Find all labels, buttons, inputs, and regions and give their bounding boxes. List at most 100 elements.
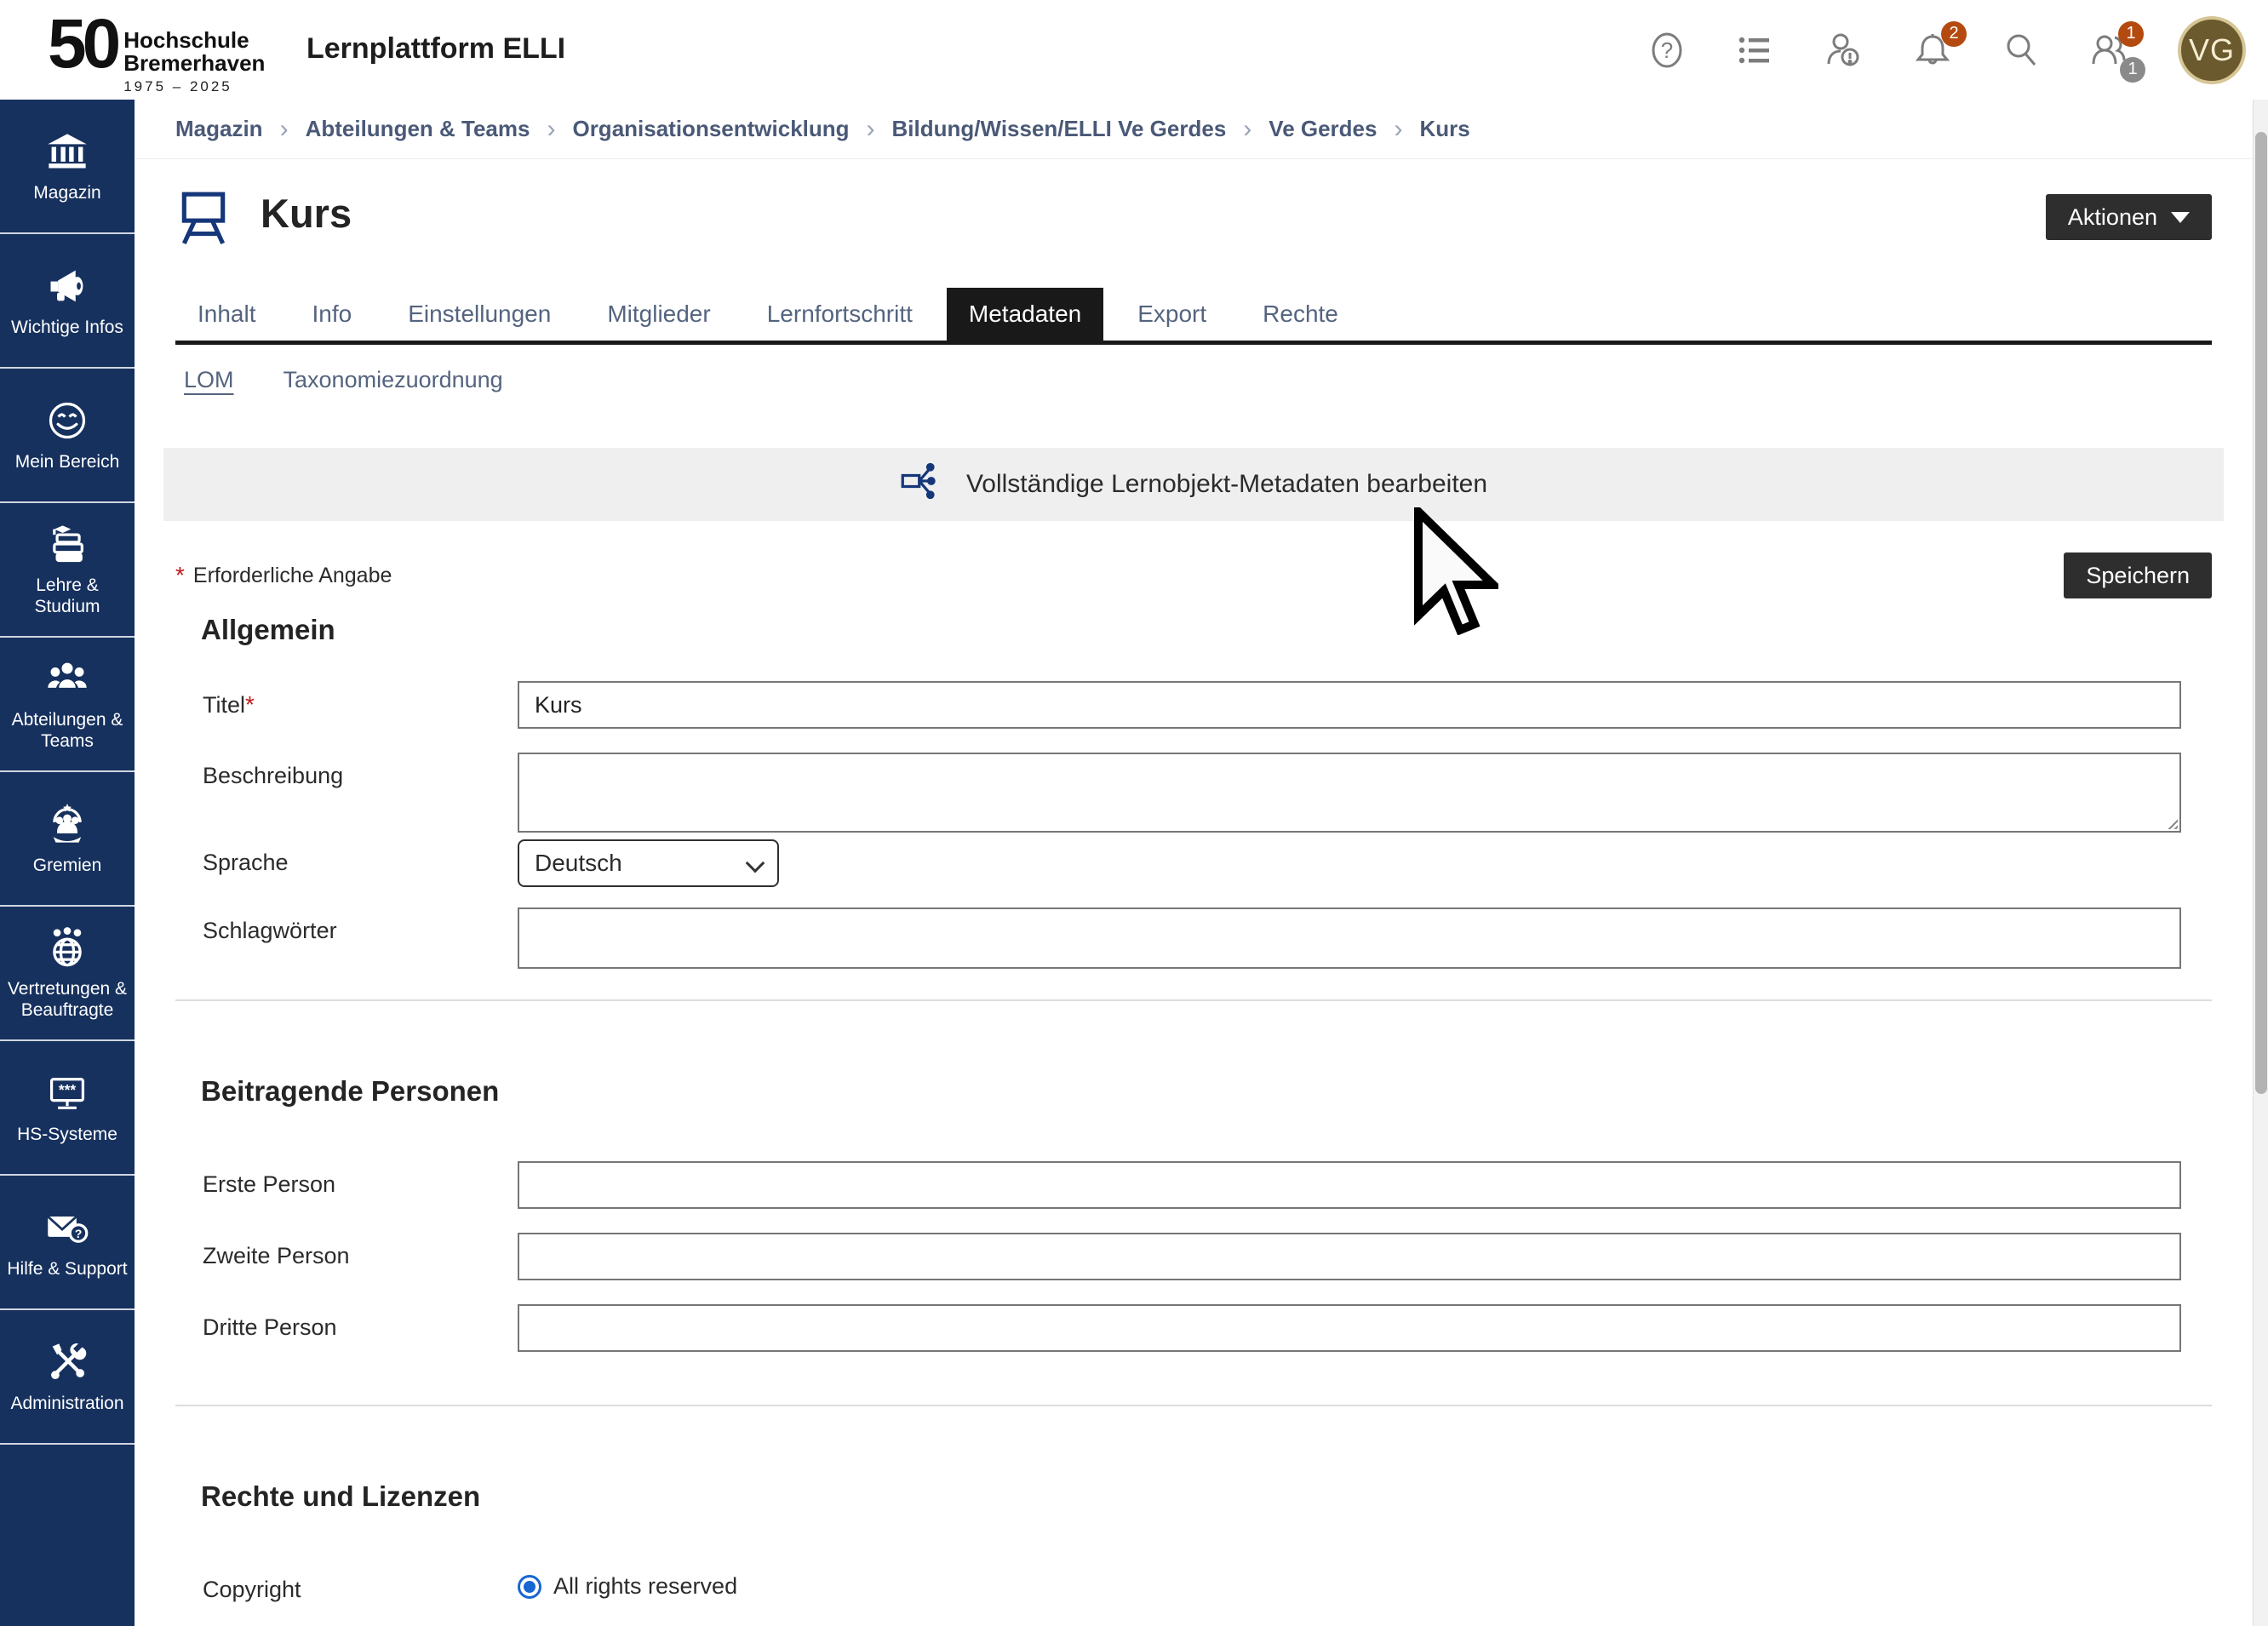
section-divider [175,1405,2212,1406]
form-row-beschreibung: Beschreibung [175,753,2212,833]
banner-label: Vollständige Lernobjekt-Metadaten bearbe… [966,470,1487,499]
schlagwoerter-input[interactable] [518,907,2181,969]
actions-button-label: Aktionen [2068,204,2157,231]
sidebar-item-abteilungen-teams[interactable]: Abteilungen & Teams [0,638,135,772]
section-heading-allgemein: Allgemein [201,613,2253,647]
section-heading-rechte: Rechte und Lizenzen [201,1480,2253,1514]
share-nodes-icon [900,459,944,510]
breadcrumb-item[interactable]: Ve Gerdes [1269,116,1377,142]
beschreibung-textarea[interactable] [518,753,2181,833]
copyright-label: Copyright [175,1566,518,1603]
breadcrumb-item[interactable]: Bildung/Wissen/ELLI Ve Gerdes [892,116,1227,142]
tab-mitglieder[interactable]: Mitglieder [585,288,732,341]
zweite-person-input[interactable] [518,1233,2181,1280]
course-easel-icon [175,181,232,248]
zweite-person-label: Zweite Person [175,1233,518,1280]
sidebar-item-label: Vertretungen & Beauftragte [0,978,135,1021]
sprache-select[interactable]: Deutsch [518,839,779,887]
section-divider [175,999,2212,1001]
sprache-label: Sprache [175,839,518,887]
sidebar-item-label: Abteilungen & Teams [0,709,135,752]
tab-einstellungen[interactable]: Einstellungen [386,288,573,341]
search-icon[interactable] [2001,30,2042,71]
globe-people-icon [45,925,89,970]
schlagwoerter-label: Schlagwörter [175,907,518,969]
sidebar-filler [0,1445,135,1626]
sidebar-item-lehre-studium[interactable]: Lehre & Studium [0,503,135,638]
save-button-label: Speichern [2086,563,2190,589]
breadcrumb-item[interactable]: Abteilungen & Teams [306,116,530,142]
edit-full-metadata-banner[interactable]: Vollständige Lernobjekt-Metadaten bearbe… [163,448,2224,521]
required-asterisk: * [175,562,185,589]
beschreibung-label: Beschreibung [175,753,518,833]
megaphone-icon [45,264,89,308]
notifications-badge: 2 [1941,21,1967,47]
sprache-selected-value: Deutsch [535,850,622,877]
sidebar-item-wichtige-infos[interactable]: Wichtige Infos [0,234,135,369]
logo-years: 1975 – 2025 [123,78,265,95]
sidebar-item-vertretungen[interactable]: Vertretungen & Beauftragte [0,907,135,1041]
form-row-titel: Titel* [175,681,2212,729]
form-toolbar: * Erforderliche Angabe Speichern [175,552,2212,599]
breadcrumb: Magazin › Abteilungen & Teams › Organisa… [135,100,2253,159]
tab-rechte[interactable]: Rechte [1240,288,1360,341]
contacts-badge-bottom: 1 [2120,57,2145,83]
sidebar-item-label: Hilfe & Support [3,1258,130,1280]
monitor-icon: *** [45,1071,89,1115]
form-row-sprache: Sprache Deutsch [175,839,2212,887]
section-heading-beitragende: Beitragende Personen [201,1074,2253,1108]
sidebar-item-magazin[interactable]: Magazin [0,100,135,234]
user-alert-icon[interactable] [1824,30,1864,71]
tab-lernfortschritt[interactable]: Lernfortschritt [745,288,935,341]
erste-person-label: Erste Person [175,1161,518,1209]
sidebar-item-administration[interactable]: Administration [0,1310,135,1445]
svg-text:***: *** [59,1081,76,1098]
bank-icon [45,129,89,174]
subtab-taxonomiezuordnung[interactable]: Taxonomiezuordnung [284,367,503,393]
sidebar-item-hilfe-support[interactable]: ? Hilfe & Support [0,1176,135,1310]
erste-person-input[interactable] [518,1161,2181,1209]
chevron-down-icon [2171,212,2190,223]
save-button[interactable]: Speichern [2064,552,2212,598]
sidebar-item-gremien[interactable]: Gremien [0,772,135,907]
tab-info[interactable]: Info [290,288,375,341]
tab-inhalt[interactable]: Inhalt [175,288,278,341]
mail-question-icon: ? [45,1205,89,1250]
tools-icon [45,1340,89,1384]
people-group-icon [45,656,89,701]
user-avatar[interactable]: VG [2178,16,2246,84]
chevron-right-icon: › [547,115,555,144]
sidebar-item-mein-bereich[interactable]: Mein Bereich [0,369,135,503]
contacts-icon[interactable]: 1 1 [2089,30,2130,71]
chevron-right-icon: › [1394,115,1402,144]
books-icon [45,522,89,566]
breadcrumb-item[interactable]: Kurs [1419,116,1469,142]
svg-text:?: ? [75,1226,83,1240]
dritte-person-input[interactable] [518,1304,2181,1352]
tab-export[interactable]: Export [1115,288,1228,341]
radio-dot [524,1581,536,1593]
scrollbar-thumb[interactable] [2255,132,2267,1094]
help-icon[interactable]: ? [1647,30,1687,71]
tab-metadaten[interactable]: Metadaten [947,288,1103,341]
breadcrumb-item[interactable]: Organisationsentwicklung [572,116,849,142]
required-note: Erforderliche Angabe [193,564,392,588]
chevron-right-icon: › [1243,115,1251,144]
bell-icon[interactable]: 2 [1912,30,1953,71]
chevron-right-icon: › [280,115,289,144]
titel-input[interactable] [518,681,2181,729]
form-row-zweite-person: Zweite Person [175,1233,2212,1280]
university-logo[interactable]: 50 Hochschule Bremerhaven 1975 – 2025 [48,5,265,95]
list-icon[interactable] [1735,30,1776,71]
sidebar-item-label: Gremien [30,855,106,876]
sidebar-item-hs-systeme[interactable]: *** HS-Systeme [0,1041,135,1176]
main-content: Magazin › Abteilungen & Teams › Organisa… [135,100,2253,1626]
actions-button[interactable]: Aktionen [2046,194,2212,240]
svg-text:?: ? [1661,37,1673,63]
logo-name-line2: Bremerhaven [123,52,265,75]
subtab-lom[interactable]: LOM [184,367,234,393]
breadcrumb-item[interactable]: Magazin [175,116,263,142]
general-section: Titel* Beschreibung Sprache Deutsch [135,681,2253,969]
scrollbar-track[interactable] [2253,100,2268,1626]
copyright-radio[interactable] [518,1575,541,1599]
